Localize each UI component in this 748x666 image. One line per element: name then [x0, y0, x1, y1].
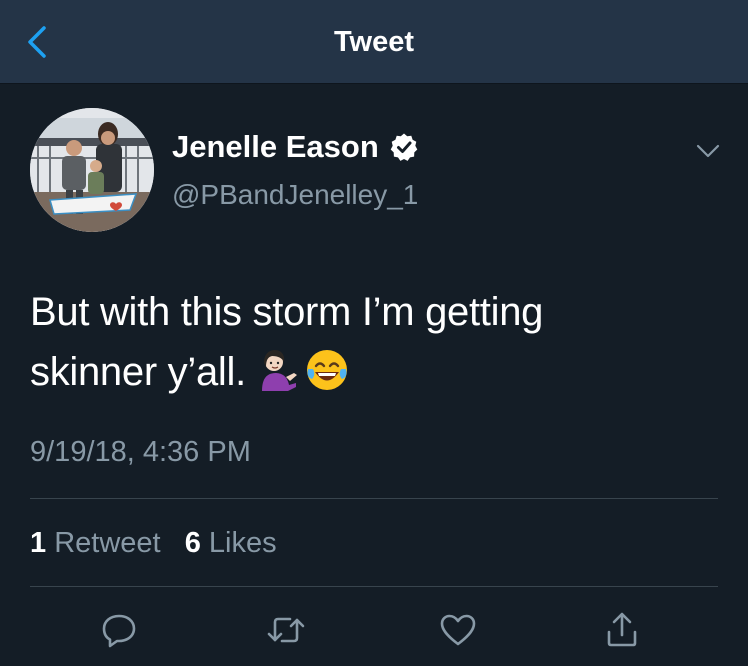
- tweet-text-line: skinner y’all.: [30, 342, 720, 410]
- page-title: Tweet: [333, 26, 415, 58]
- likes-label: Likes: [208, 527, 277, 559]
- retweet-icon[interactable]: [262, 606, 310, 654]
- tweet-action-bar: [0, 606, 748, 654]
- likes-count: 6: [184, 527, 201, 559]
- tweet-text-line: But with this storm I’m getting: [30, 290, 544, 334]
- divider: [30, 586, 718, 587]
- navigation-bar: Tweet: [0, 0, 748, 84]
- tweet-stats: 1 Retweet 6 Likes: [30, 522, 277, 564]
- avatar[interactable]: [30, 108, 154, 232]
- author-display-name[interactable]: Jenelle Eason: [172, 127, 379, 167]
- retweets-count: 1: [30, 527, 47, 559]
- divider: [30, 498, 718, 499]
- verified-badge-icon: [389, 132, 419, 162]
- share-icon[interactable]: [598, 606, 646, 654]
- tweet-text: But with this storm I’m getting skinner …: [30, 282, 720, 410]
- chevron-down-icon[interactable]: [694, 140, 722, 162]
- retweets-stat[interactable]: 1 Retweet: [30, 527, 161, 559]
- reply-icon[interactable]: [95, 606, 143, 654]
- author-handle[interactable]: @PBandJenelley_1: [172, 176, 418, 214]
- author-display-name-row[interactable]: Jenelle Eason: [172, 127, 419, 167]
- like-icon[interactable]: [434, 606, 482, 654]
- tweet-timestamp: 9/19/18, 4:36 PM: [30, 436, 251, 468]
- likes-stat[interactable]: 6 Likes: [185, 527, 277, 559]
- face-with-tears-of-joy-icon: [304, 347, 350, 410]
- retweets-label: Retweet: [54, 527, 161, 559]
- woman-tipping-hand-icon: [252, 347, 298, 410]
